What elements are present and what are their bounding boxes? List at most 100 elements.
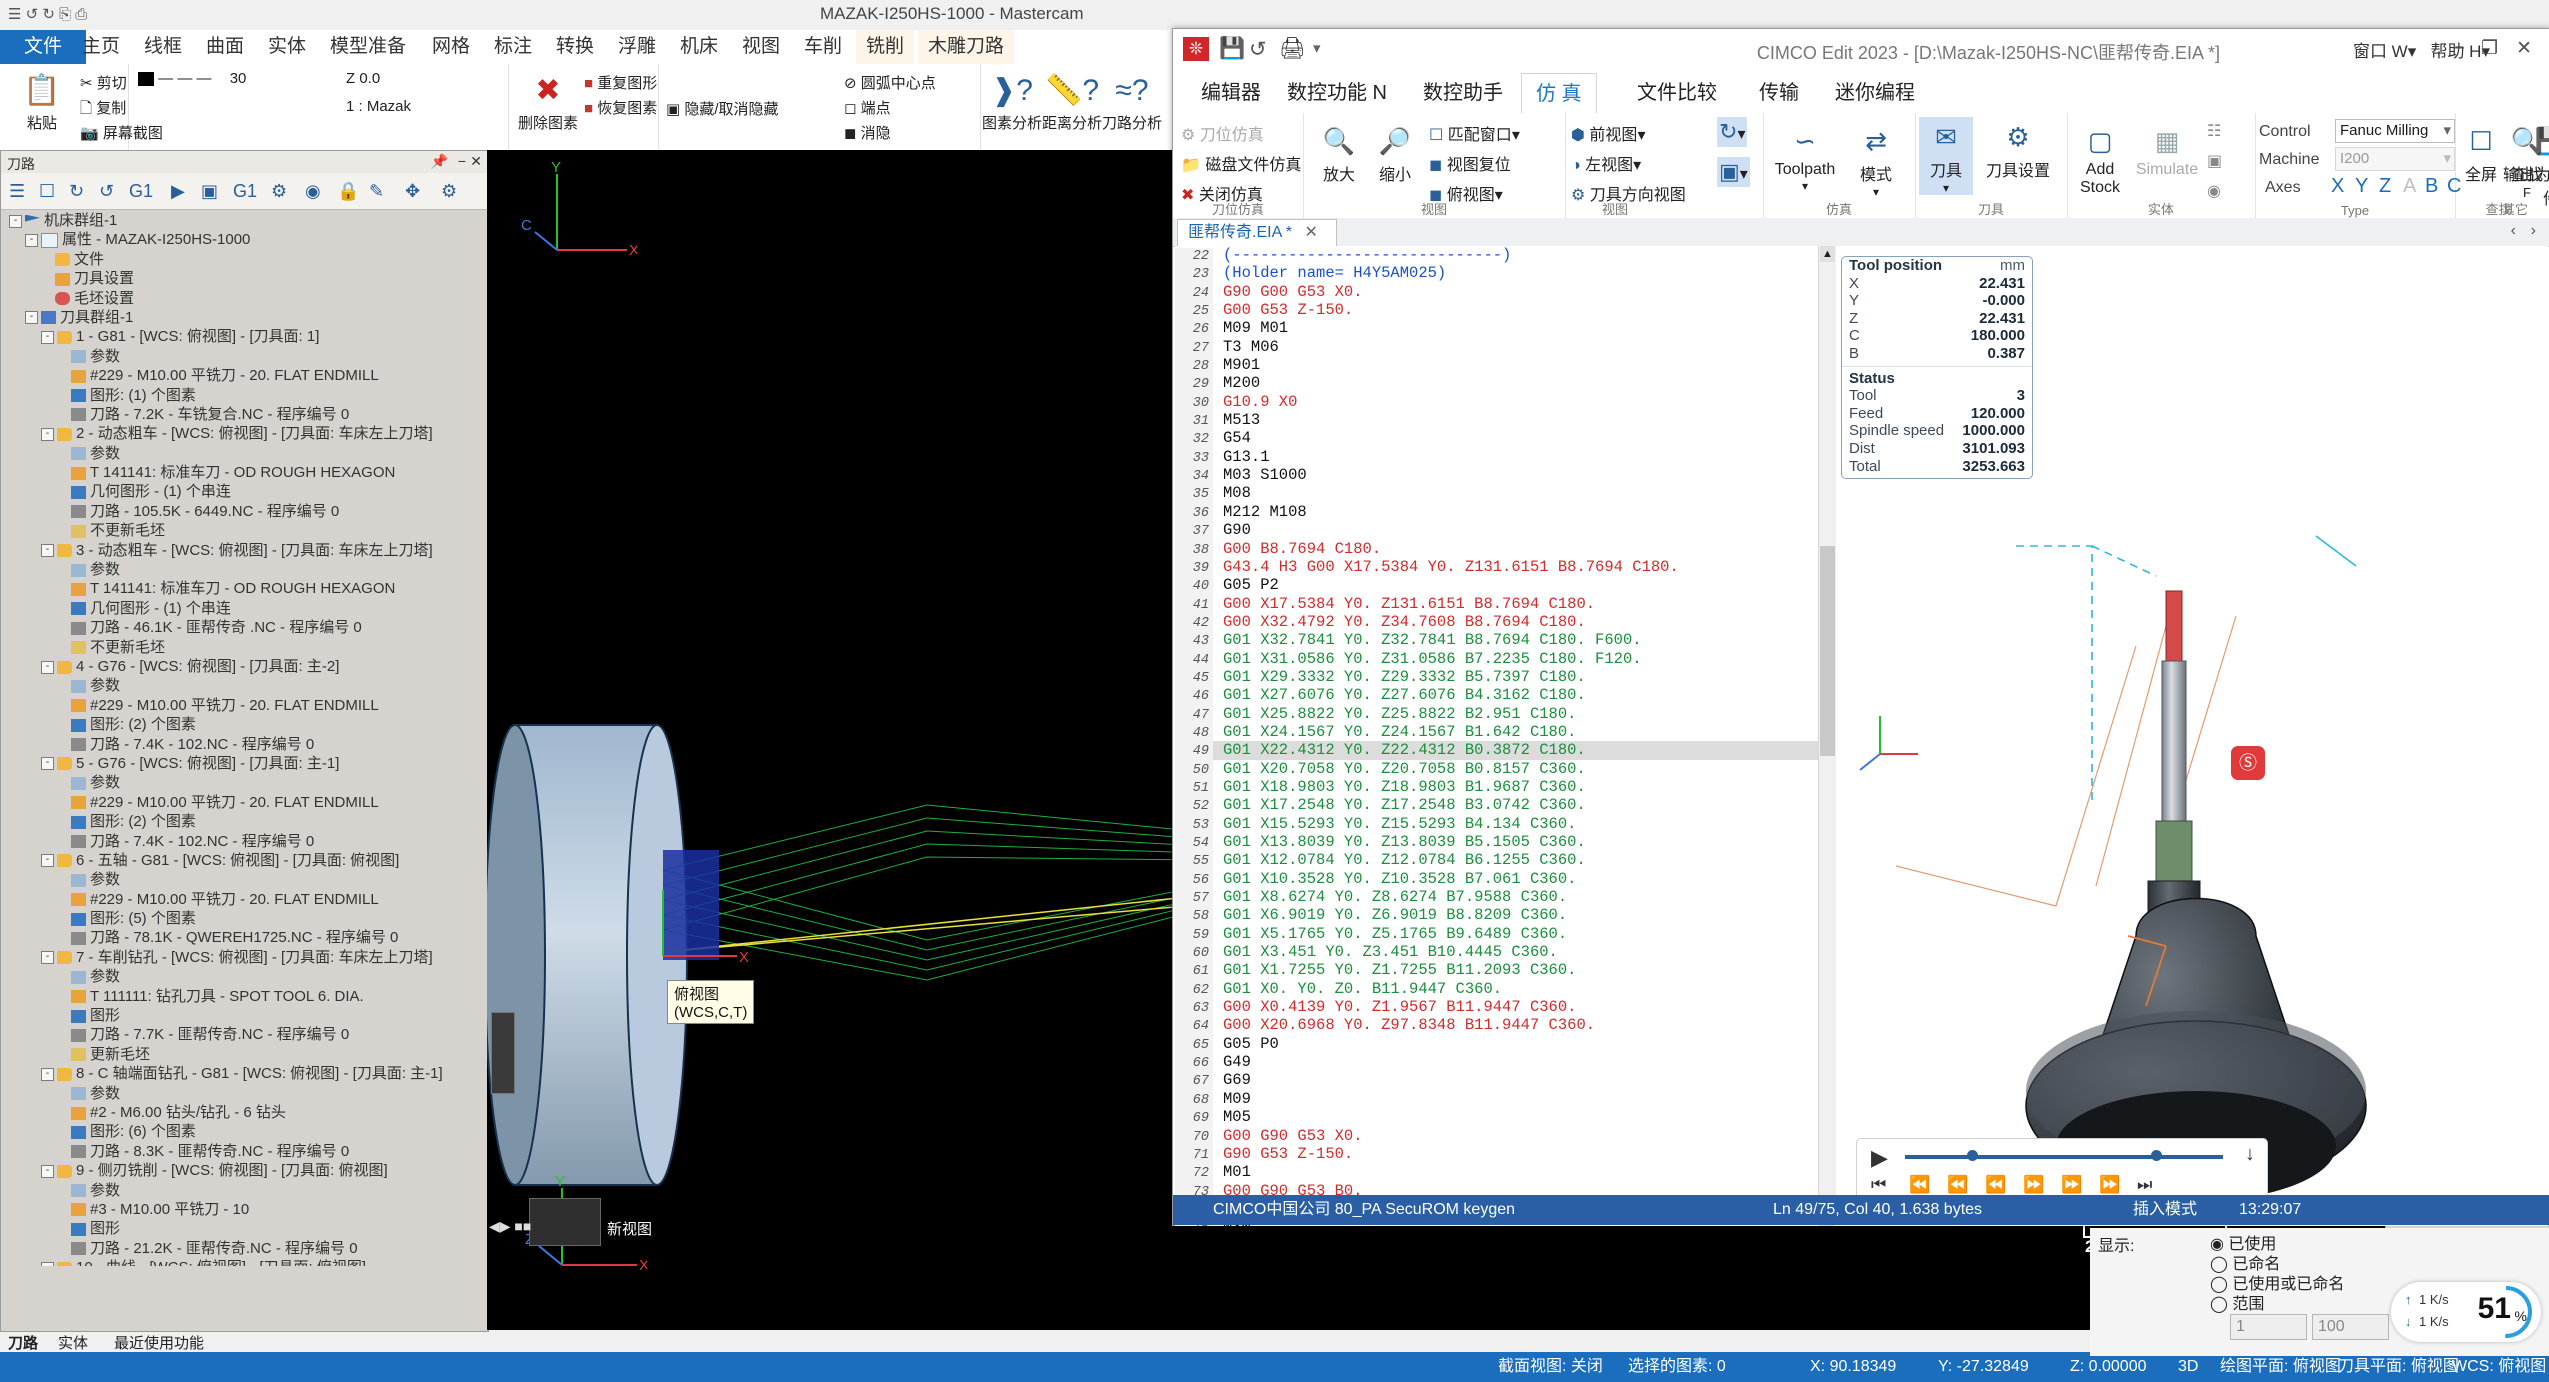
code-line[interactable]: 64 G00 X20.6968 Y0. Z97.8348 B11.9447 C36… [1175,1016,1835,1037]
tree-item[interactable]: 图形: (5) 个图素 [3,909,486,928]
cimco-menubar[interactable]: 窗口 W▾ 帮助 H▾ [2353,37,2490,62]
code-line[interactable]: 62 G01 X0. Y0. Z0. B11.9447 C360. [1175,980,1835,1001]
progress-marker-1[interactable] [1967,1150,1978,1161]
zoom-in-button[interactable]: 🔍 放大 [1311,121,1367,185]
paint-icon[interactable]: ✎ [369,181,384,202]
tree-item[interactable]: #229 - M10.00 平铣刀 - 20. FLAT ENDMILL [3,696,486,715]
print-icon[interactable]: 🖨 [1279,37,1306,61]
solid-extra-3[interactable]: ◉ [2207,181,2221,201]
tree-item[interactable]: 图形 [3,1006,486,1025]
mc-tab-surface[interactable]: 曲面 [196,30,254,64]
close-icon[interactable]: ✕ [470,153,482,170]
pin-icon[interactable]: 📌 [431,153,448,170]
restore-button[interactable]: ❐ [2481,37,2498,60]
tree-expander[interactable]: - [25,233,38,247]
level-field[interactable]: 1 : Mazak [346,98,411,115]
tree-item[interactable]: - 2 - 动态粗车 - [WCS: 俯视图] - [刀具面: 车床左上刀塔] [3,424,486,443]
endpoint-button[interactable]: ◻ 端点 [844,97,891,118]
code-line[interactable]: 63 G00 X0.4139 Y0. Z1.9567 B11.9447 C360. [1175,998,1835,1019]
code-line[interactable]: 59 G01 X5.1765 Y0. Z5.1765 B9.6489 C360. [1175,925,1835,946]
tree-item[interactable]: 图形: (2) 个图素 [3,715,486,734]
code-line[interactable]: 47 G01 X25.8822 Y0. Z25.8822 B2.951 C180. [1175,705,1835,725]
code-line[interactable]: 71 G90 G53 Z-150. [1175,1145,1835,1166]
mc-tab-woodcarving[interactable]: 木雕刀路 [918,30,1015,64]
mc-tab-view[interactable]: 视图 [732,30,790,64]
attr-linestyle-row[interactable]: — — — 30 [138,70,246,87]
code-line[interactable]: 46 G01 X27.6076 Y0. Z27.6076 B4.3162 C180… [1175,686,1835,707]
code-line[interactable]: 53 G01 X15.5293 Y0. Z15.5293 B4.134 C360. [1175,815,1835,835]
tool-sim-button[interactable]: ⚙ 刀位仿真 [1181,121,1264,145]
status-tplane[interactable]: 刀具平面: 俯视图 [2338,1352,2459,1382]
code-line[interactable]: 57 G01 X8.6274 Y0. Z8.6274 B7.9588 C360. [1175,888,1835,909]
code-line[interactable]: 23 (Holder name= H4Y5AM025) [1175,264,1835,285]
tree-item[interactable]: T 141141: 标准车刀 - OD ROUGH HEXAGON [3,579,486,598]
tab-prev-icon[interactable]: ‹ [2511,222,2516,240]
tree-item[interactable]: 文件 [3,250,486,269]
panel-tab-solid[interactable]: 实体 [58,1332,88,1353]
code-line[interactable]: 68 M09 [1175,1090,1835,1111]
rotate-view-button[interactable]: ↻▾ [1717,117,1748,147]
code-line[interactable]: 40 G05 P2 [1175,576,1835,597]
verify-icon[interactable]: ▶ [171,181,185,202]
code-line[interactable]: 56 G01 X10.3528 Y0. Z10.3528 B7.061 C360. [1175,870,1835,891]
chevron-down-icon-9[interactable]: ▾ [1769,179,1841,193]
code-line[interactable]: 52 G01 X17.2548 Y0. Z17.2548 B3.0742 C360… [1175,796,1835,817]
tree-item[interactable]: 参数 [3,676,486,695]
copy-button[interactable]: 🗋 复制 [80,97,126,123]
axis-y-toggle[interactable]: Y [2355,175,2368,198]
tree-expander[interactable]: - [41,427,54,441]
tree-item[interactable]: 刀路 - 7.4K - 102.NC - 程序编号 0 [3,832,486,851]
tree-item[interactable]: #229 - M10.00 平铣刀 - 20. FLAT ENDMILL [3,793,486,812]
scroll-thumb[interactable] [1820,546,1835,756]
step-forward-icon[interactable]: ⏩ [2061,1175,2082,1195]
chevron-down-icon-11[interactable]: ▾ [1919,181,1973,195]
axis-x-toggle[interactable]: X [2331,175,2344,198]
tree-item[interactable]: - 7 - 车削钻孔 - [WCS: 俯视图] - [刀具面: 车床左上刀塔] [3,948,486,967]
code-line[interactable]: 65 G05 P0 [1175,1035,1835,1056]
code-line[interactable]: 32 G54 [1175,429,1835,450]
toolpath-manager-toolbar[interactable]: ☰ ☐ ↻ ↺ G1 ▶ ▣ G1 ⚙ ◉ 🔒 ✎ ✥ ⚙ [1,173,488,210]
code-line[interactable]: 27 T3 M06 [1175,338,1835,359]
arc-center-point-button[interactable]: ⊘ 圆弧中心点 [844,72,936,93]
progress-marker-2[interactable] [2151,1150,2162,1161]
cimco-tab-nc-assistant[interactable]: 数控助手 [1409,73,1517,113]
step-back-icon[interactable]: ⏪ [1947,1175,1968,1195]
tree-item[interactable]: 参数 [3,1084,486,1103]
close-button[interactable]: ✕ [2516,37,2532,60]
mc-tab-milling[interactable]: 铣削 [856,30,915,64]
undo-icon[interactable]: ↺ [1249,37,1267,62]
code-line[interactable]: 45 G01 X29.3332 Y0. Z29.3332 B5.7397 C180… [1175,668,1835,689]
zoom-out-button[interactable]: 🔎 缩小 [1367,121,1423,185]
tree-expander[interactable]: - [41,1067,54,1081]
tree-item[interactable]: 几何图形 - (1) 个串连 [3,482,486,501]
tree-item[interactable]: 不更新毛坯 [3,521,486,540]
g1-icon[interactable]: G1 [129,181,153,202]
play-forward-icon[interactable]: ⏩ [2023,1175,2044,1195]
forward-end-icon[interactable]: ⏭ [2137,1175,2152,1195]
fit-window-button[interactable]: ☐ 匹配窗口▾ [1429,121,1520,145]
radio-range[interactable]: ◯ 范围 [2210,1290,2264,1314]
view-thumbnail[interactable] [529,1198,601,1246]
minimize-icon[interactable]: − [458,153,466,169]
analyze-toolpath-button[interactable]: ≈? 刀路分析 [1100,70,1164,133]
tree-item[interactable]: 参数 [3,870,486,889]
tree-item[interactable]: 刀具设置 [3,269,486,288]
cimco-active-file-tab[interactable]: 匪帮传奇.EIA * ✕ [1177,219,1337,246]
regenerate-icon[interactable]: ↻ [69,181,84,202]
reset-view-button[interactable]: ◼ 视图复位 [1429,151,1511,175]
tree-item[interactable]: 刀路 - 8.3K - 匪帮传奇.NC - 程序编号 0 [3,1142,486,1161]
hide-path-icon[interactable]: ◉ [305,181,321,202]
scroll-up-arrow[interactable]: ▲ [1820,246,1835,262]
code-line[interactable]: 41 G00 X17.5384 Y0. Z131.6151 B8.7694 C18… [1175,595,1835,615]
code-line[interactable]: 42 G00 X32.4792 Y0. Z34.7608 B8.7694 C180… [1175,613,1835,634]
mc-tab-modelprep[interactable]: 模型准备 [320,30,416,64]
tree-item[interactable]: 刀路 - 7.7K - 匪帮传奇.NC - 程序编号 0 [3,1025,486,1044]
tree-item[interactable]: - 刀具群组-1 [3,308,486,327]
mc-tab-mesh[interactable]: 网格 [422,30,480,64]
tree-item[interactable]: 刀路 - 105.5K - 6449.NC - 程序编号 0 [3,502,486,521]
delete-entities-button[interactable]: ✖ 删除图素 [512,70,584,133]
axis-a-toggle[interactable]: A [2403,175,2416,198]
code-line[interactable]: 22 (-----------------------------) [1175,246,1835,267]
toolpath-tree[interactable]: - 机床群组-1- 属性 - MAZAK-I250HS-1000 文件 刀具设置 毛坯设置… [3,211,486,1266]
z-depth-field[interactable]: Z 0.0 [346,70,380,87]
